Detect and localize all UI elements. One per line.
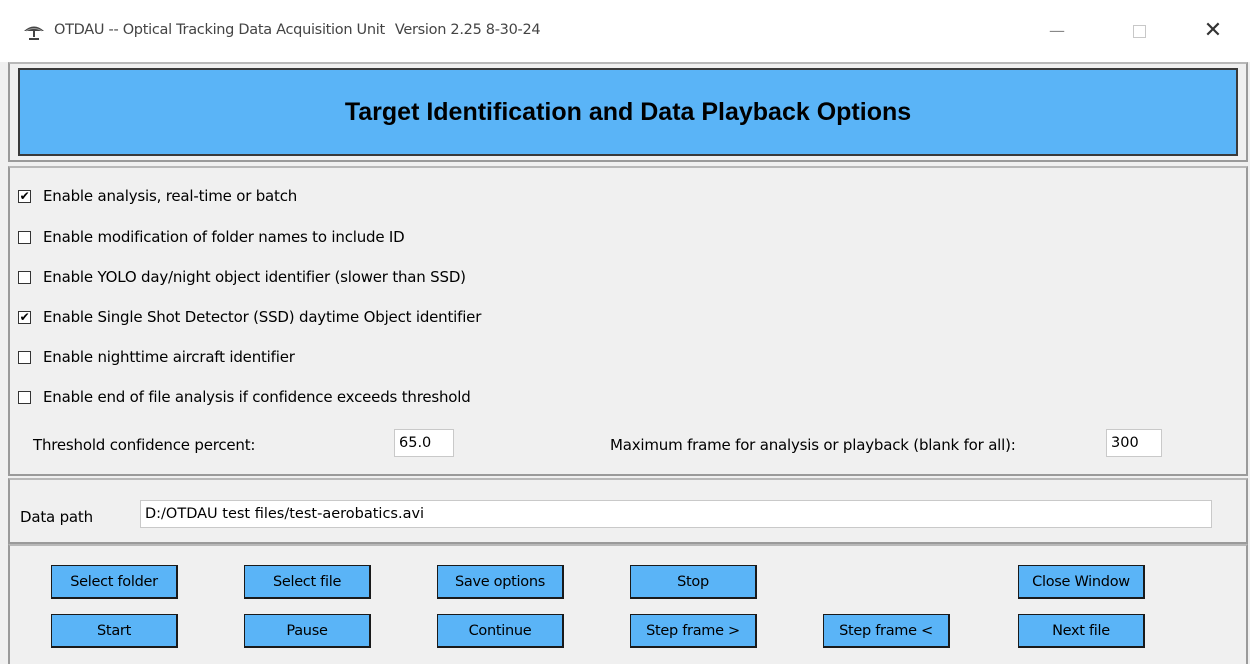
window-title-label: OTDAU -- Optical Tracking Data Acquisiti… — [54, 22, 385, 38]
data-path-input[interactable]: D:/OTDAU test files/test-aerobatics.avi — [140, 500, 1212, 528]
minimize-button[interactable]: — — [1044, 18, 1070, 44]
close-window-x-button[interactable]: ✕ — [1200, 18, 1226, 44]
start-button[interactable]: Start — [51, 614, 178, 648]
step-frame-back-button[interactable]: Step frame < — [823, 614, 950, 648]
threshold-input[interactable]: 65.0 — [394, 429, 454, 457]
checkbox[interactable] — [18, 270, 31, 284]
option-yolo-identifier[interactable]: Enable YOLO day/night object identifier … — [18, 266, 466, 288]
max-frame-input[interactable]: 300 — [1106, 429, 1162, 457]
threshold-label: Threshold confidence percent: — [33, 436, 256, 454]
continue-button[interactable]: Continue — [437, 614, 564, 648]
option-label: Enable Single Shot Detector (SSD) daytim… — [43, 308, 482, 326]
tracking-dish-icon — [24, 26, 44, 40]
stop-button[interactable]: Stop — [630, 565, 757, 599]
option-label: Enable modification of folder names to i… — [43, 228, 405, 246]
select-file-button[interactable]: Select file — [244, 565, 371, 599]
checkbox[interactable] — [18, 390, 31, 404]
option-folder-name-modification[interactable]: Enable modification of folder names to i… — [18, 226, 405, 248]
checkbox[interactable] — [18, 230, 31, 244]
pause-button[interactable]: Pause — [244, 614, 371, 648]
option-nighttime-identifier[interactable]: Enable nighttime aircraft identifier — [18, 346, 295, 368]
select-folder-button[interactable]: Select folder — [51, 565, 178, 599]
banner-frame: Target Identification and Data Playback … — [8, 62, 1248, 162]
page-title: Target Identification and Data Playback … — [18, 68, 1238, 156]
maximize-button[interactable] — [1126, 18, 1152, 44]
option-end-of-file-analysis[interactable]: Enable end of file analysis if confidenc… — [18, 386, 471, 408]
max-frame-label: Maximum frame for analysis or playback (… — [610, 436, 1016, 454]
window-version: Version 2.25 8-30-24 — [394, 22, 541, 38]
option-label: Enable nighttime aircraft identifier — [43, 348, 295, 366]
option-label: Enable end of file analysis if confidenc… — [43, 388, 471, 406]
option-label: Enable analysis, real-time or batch — [43, 187, 298, 205]
window-title: OTDAU -- Optical Tracking Data Acquisiti… — [54, 22, 541, 38]
checkbox[interactable]: ✔ — [18, 189, 31, 203]
checkbox[interactable] — [18, 350, 31, 364]
option-ssd-identifier[interactable]: ✔ Enable Single Shot Detector (SSD) dayt… — [18, 306, 481, 328]
checkbox[interactable]: ✔ — [18, 310, 31, 324]
step-frame-forward-button[interactable]: Step frame > — [630, 614, 757, 648]
data-path-label: Data path — [20, 508, 93, 526]
close-window-button[interactable]: Close Window — [1018, 565, 1145, 599]
option-label: Enable YOLO day/night object identifier … — [43, 268, 466, 286]
option-enable-analysis[interactable]: ✔ Enable analysis, real-time or batch — [18, 185, 297, 207]
window-titlebar: OTDAU -- Optical Tracking Data Acquisiti… — [0, 0, 1250, 62]
next-file-button[interactable]: Next file — [1018, 614, 1145, 648]
save-options-button[interactable]: Save options — [437, 565, 564, 599]
